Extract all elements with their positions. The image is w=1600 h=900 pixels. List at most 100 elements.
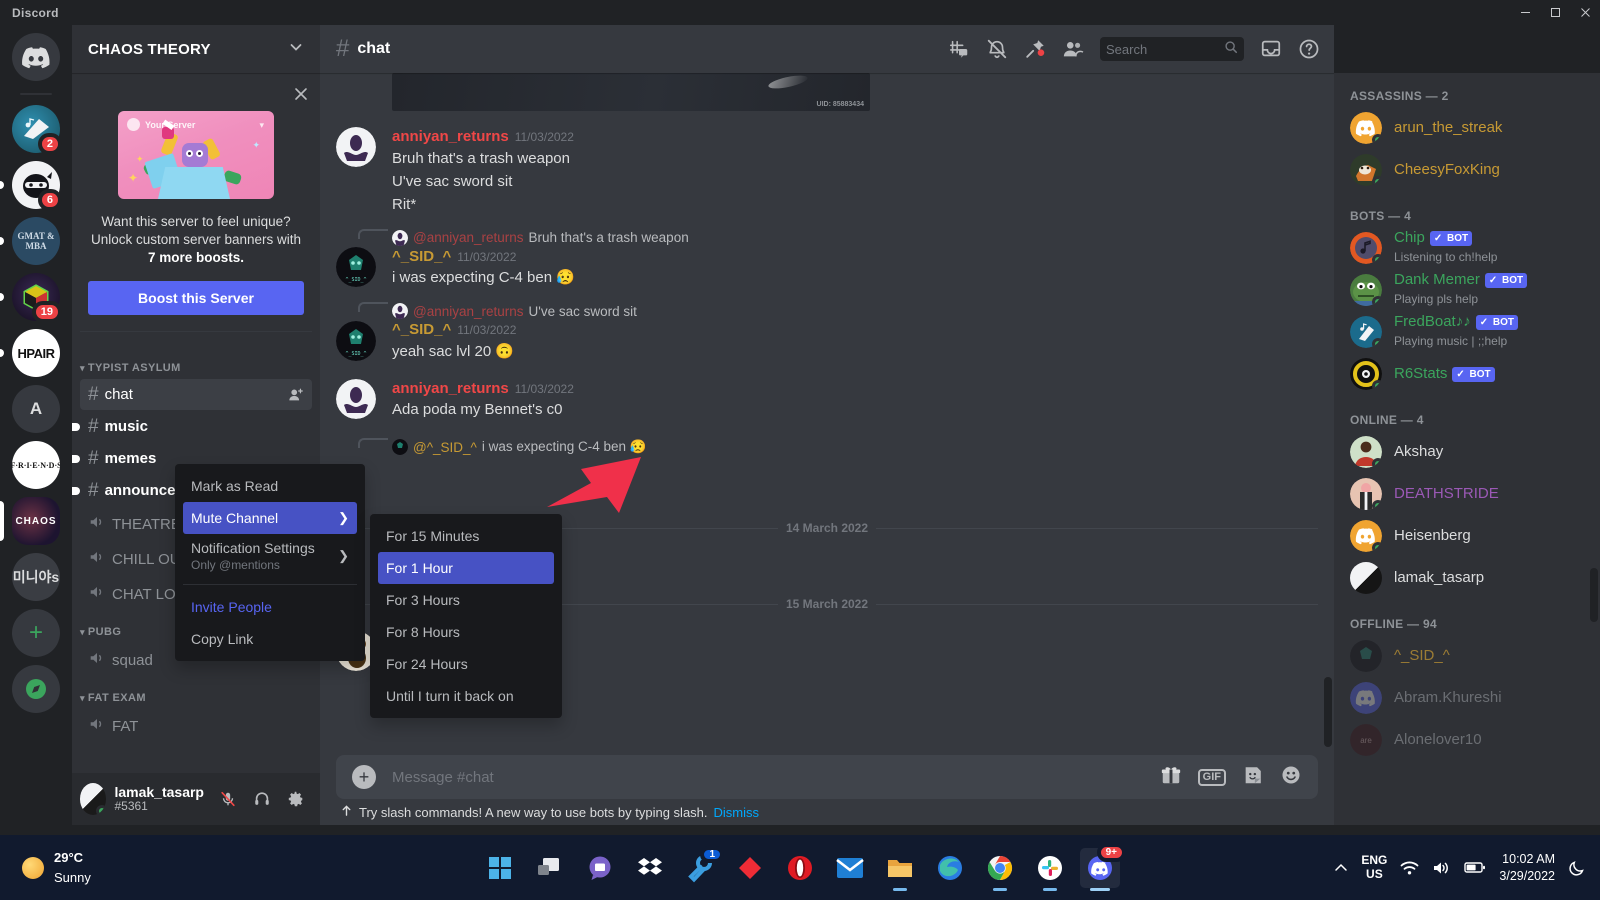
- avatar[interactable]: ^_SID_^: [336, 247, 376, 287]
- rail-item-server-chaos[interactable]: CHAOS: [0, 497, 60, 545]
- sidebar-channel-fat[interactable]: FAT: [80, 709, 312, 743]
- avatar[interactable]: ^_SID_^: [336, 320, 376, 361]
- grammarly-icon[interactable]: [730, 848, 770, 888]
- member-row[interactable]: Abram.Khureshi: [1342, 677, 1592, 719]
- headset-icon[interactable]: [246, 783, 278, 815]
- reply-author[interactable]: @^_SID_^: [413, 440, 477, 455]
- message-input-box[interactable]: + Message #chat GIF: [336, 755, 1318, 799]
- file-explorer-icon[interactable]: [880, 848, 920, 891]
- sidebar-channel-music[interactable]: # music: [72, 411, 312, 442]
- search-input[interactable]: Search: [1100, 37, 1244, 61]
- gift-icon[interactable]: [1160, 764, 1182, 791]
- rail-item-server-friends[interactable]: F·R·I·E·N·D·S: [12, 441, 60, 489]
- inbox-icon[interactable]: [1254, 32, 1288, 66]
- member-row[interactable]: Dank Memer ✓ BOT Playing pls help: [1342, 269, 1592, 311]
- member-row[interactable]: ^_SID_^: [1342, 635, 1592, 677]
- guild-header[interactable]: CHAOS THEORY: [72, 25, 320, 73]
- tray-expand-chevron-icon[interactable]: [1334, 861, 1348, 875]
- avatar[interactable]: [80, 783, 107, 815]
- context-menu-item-copy-link[interactable]: Copy Link: [183, 623, 357, 655]
- taskbar-clock[interactable]: 10:02 AM 3/29/2022: [1499, 851, 1555, 884]
- reply-context[interactable]: @anniyan_returns U've sac sword sit: [358, 302, 1318, 319]
- member-row[interactable]: Heisenberg: [1342, 515, 1592, 557]
- google-chrome-icon[interactable]: [980, 848, 1020, 891]
- category-typist-asylum[interactable]: ▾ TYPIST ASYLUM: [72, 348, 320, 378]
- member-row[interactable]: CheesyFoxKing: [1342, 149, 1592, 191]
- volume-icon[interactable]: [1432, 860, 1451, 876]
- pinned-messages-icon[interactable]: [1018, 32, 1052, 66]
- rail-item-server-music[interactable]: 2: [12, 105, 62, 155]
- close-button[interactable]: [1570, 0, 1600, 25]
- message-embed-image[interactable]: UID: 85883434: [392, 73, 870, 111]
- add-attachment-icon[interactable]: +: [352, 765, 376, 789]
- member-row[interactable]: R6Stats ✓ BOT: [1342, 353, 1592, 395]
- maximize-button[interactable]: [1540, 0, 1570, 25]
- submenu-item-for-24-hours[interactable]: For 24 Hours: [378, 648, 554, 680]
- member-list-icon[interactable]: [1056, 32, 1090, 66]
- member-row[interactable]: Chip ✓ BOT Listening to ch!help: [1342, 227, 1592, 269]
- reply-author[interactable]: @anniyan_returns: [413, 230, 524, 245]
- message-author[interactable]: anniyan_returns: [392, 127, 509, 147]
- mail-icon[interactable]: [830, 848, 870, 888]
- do-not-disturb-moon-icon[interactable]: [1568, 859, 1586, 877]
- channel-context-menu[interactable]: Mark as Read Mute Channel ❯ Notification…: [175, 464, 365, 661]
- notifications-muted-icon[interactable]: [980, 32, 1014, 66]
- rail-item-server-cube[interactable]: 19: [0, 273, 62, 323]
- member-row[interactable]: arun_the_streak: [1342, 107, 1592, 149]
- mute-duration-submenu[interactable]: For 15 Minutes For 1 Hour For 3 Hours Fo…: [370, 514, 562, 718]
- reply-context[interactable]: @anniyan_returns Bruh that's a trash wea…: [358, 228, 1318, 246]
- add-member-icon[interactable]: [288, 387, 304, 403]
- boost-this-server-button[interactable]: Boost this Server: [88, 281, 304, 315]
- context-menu-item-invite-people[interactable]: Invite People: [183, 591, 357, 623]
- battery-icon[interactable]: [1464, 861, 1486, 874]
- gear-icon[interactable]: [280, 783, 312, 815]
- rail-item-discord-home[interactable]: [12, 33, 60, 81]
- context-menu-item-mute-channel[interactable]: Mute Channel ❯: [183, 502, 357, 534]
- rail-item-explore-servers[interactable]: [12, 665, 60, 713]
- message-author[interactable]: anniyan_returns: [392, 379, 509, 399]
- reply-context[interactable]: @^_SID_^ i was expecting C-4 ben 😥: [358, 438, 1318, 455]
- task-view-icon[interactable]: [530, 848, 570, 888]
- context-menu-item-notification-settings[interactable]: Notification Settings Only @mentions ❯: [183, 534, 357, 578]
- submenu-item-for-3-hours[interactable]: For 3 Hours: [378, 584, 554, 616]
- rail-item-server-a[interactable]: A: [12, 385, 60, 433]
- one-password-icon[interactable]: 1: [680, 845, 724, 888]
- teams-chat-icon[interactable]: [580, 848, 620, 888]
- context-menu-item-mark-as-read[interactable]: Mark as Read: [183, 470, 357, 502]
- submenu-item-for-8-hours[interactable]: For 8 Hours: [378, 616, 554, 648]
- opera-icon[interactable]: [780, 848, 820, 888]
- microsoft-edge-icon[interactable]: [930, 848, 970, 888]
- help-icon[interactable]: [1292, 32, 1326, 66]
- sidebar-channel-chat[interactable]: # chat: [80, 379, 312, 410]
- message-author[interactable]: ^_SID_^: [392, 247, 451, 267]
- rail-item-server-ninja[interactable]: 6: [0, 161, 62, 211]
- submenu-item-until-i-turn-it-back-on[interactable]: Until I turn it back on: [378, 680, 554, 712]
- slack-icon[interactable]: [1030, 848, 1070, 891]
- rail-item-server-korean[interactable]: 미니야s: [12, 553, 60, 601]
- rail-item-server-gmat-mba[interactable]: GMAT & MBA: [0, 217, 60, 265]
- gif-button[interactable]: GIF: [1197, 768, 1226, 786]
- rail-item-add-server[interactable]: +: [12, 609, 60, 657]
- emoji-icon[interactable]: [1280, 764, 1302, 791]
- minimize-button[interactable]: [1510, 0, 1540, 25]
- member-list-scrollbar[interactable]: [1590, 568, 1598, 622]
- submenu-item-for-1-hour[interactable]: For 1 Hour: [378, 552, 554, 584]
- start-button[interactable]: [480, 848, 520, 888]
- member-row[interactable]: lamak_tasarp: [1342, 557, 1592, 599]
- reply-author[interactable]: @anniyan_returns: [413, 304, 524, 319]
- dropbox-icon[interactable]: [630, 848, 670, 888]
- wifi-icon[interactable]: [1400, 860, 1419, 876]
- member-row[interactable]: FredBoat♪♪ ✓ BOT Playing music | ;;help: [1342, 311, 1592, 353]
- member-list-panel[interactable]: ASSASSINS — 2 arun_the_streak CheesyFoxK…: [1334, 73, 1600, 825]
- taskbar-weather-widget[interactable]: 29°C Sunny: [22, 848, 91, 886]
- rail-item-server-hpair[interactable]: HPAIR: [0, 329, 60, 377]
- message-scrollbar[interactable]: [1324, 677, 1332, 747]
- input-language-indicator[interactable]: ENG US: [1361, 853, 1387, 882]
- category-fat-exam[interactable]: ▾ FAT EXAM: [72, 678, 320, 708]
- member-row[interactable]: DEATHSTRIDE: [1342, 473, 1592, 515]
- avatar[interactable]: [336, 127, 376, 167]
- submenu-item-for-15-minutes[interactable]: For 15 Minutes: [378, 520, 554, 552]
- discord-taskbar-icon[interactable]: 9+: [1080, 842, 1126, 891]
- dismiss-link[interactable]: Dismiss: [714, 805, 760, 820]
- user-identity[interactable]: lamak_tasarp #5361: [114, 784, 204, 814]
